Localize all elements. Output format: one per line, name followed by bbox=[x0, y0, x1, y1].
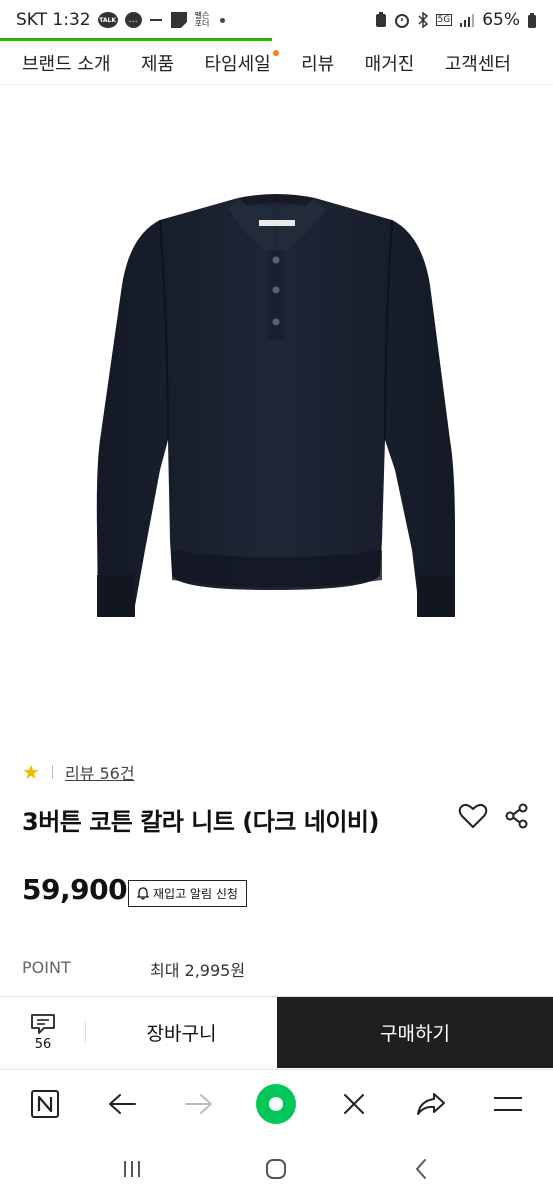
green-dot-icon bbox=[256, 1083, 297, 1124]
product-title: 3버튼 코튼 칼라 니트 (다크 네이비) bbox=[22, 808, 379, 836]
carrier-time: SKT 1:32 bbox=[16, 10, 91, 30]
recent-apps-button[interactable] bbox=[112, 1149, 152, 1189]
product-price: 59,900 bbox=[22, 873, 128, 906]
more-notifications-icon bbox=[220, 17, 226, 23]
heart-icon bbox=[458, 803, 488, 828]
star-icon: ★ bbox=[22, 760, 40, 784]
naver-n-icon bbox=[30, 1089, 59, 1118]
share-page-button[interactable] bbox=[409, 1082, 453, 1126]
review-count: 56 bbox=[34, 1037, 52, 1052]
home-button[interactable] bbox=[256, 1149, 296, 1189]
nav-time-sale[interactable]: 타임세일 bbox=[204, 49, 279, 76]
share-button[interactable] bbox=[503, 802, 531, 830]
close-icon bbox=[343, 1093, 364, 1114]
dash-icon bbox=[149, 15, 163, 25]
close-tab-button[interactable] bbox=[332, 1082, 376, 1126]
review-bubble-icon bbox=[31, 1014, 55, 1034]
review-button[interactable]: 56 bbox=[0, 997, 86, 1068]
recent-apps-icon bbox=[124, 1161, 141, 1177]
restock-alert-label: 재입고 알림 신청 bbox=[153, 887, 238, 901]
top-navigation: 브랜드 소개 제품 타임세일 리뷰 매거진 고객센터 bbox=[0, 41, 553, 85]
review-count-link[interactable]: 리뷰 56건 bbox=[65, 760, 135, 784]
share-icon bbox=[505, 803, 528, 829]
chat-icon: … bbox=[124, 12, 142, 28]
rating-row: ★ 리뷰 56건 bbox=[22, 760, 135, 784]
arrow-left-icon bbox=[108, 1093, 136, 1114]
purchase-bar: 56 장바구니 구매하기 bbox=[0, 996, 553, 1068]
network-5g-icon: 5G bbox=[435, 14, 453, 26]
battery-percent: 65% bbox=[482, 10, 520, 30]
divider bbox=[51, 765, 53, 779]
point-label: POINT bbox=[22, 958, 71, 977]
battery-saver-icon bbox=[375, 12, 387, 28]
product-image[interactable] bbox=[0, 110, 553, 720]
new-indicator-dot bbox=[272, 49, 279, 56]
alarm-icon bbox=[394, 12, 410, 28]
wishlist-button[interactable] bbox=[457, 800, 489, 832]
arrow-right-icon bbox=[185, 1093, 213, 1114]
nav-reviews[interactable]: 리뷰 bbox=[301, 50, 334, 76]
kakaotalk-icon: TALK bbox=[97, 12, 118, 28]
green-dot-button[interactable] bbox=[254, 1082, 298, 1126]
nav-products[interactable]: 제품 bbox=[141, 50, 174, 76]
restock-alert-button[interactable]: 재입고 알림 신청 bbox=[128, 880, 247, 907]
back-button[interactable] bbox=[100, 1082, 144, 1126]
app-badge: 팰슨 포더 bbox=[194, 11, 210, 28]
status-bar: SKT 1:32 TALK … 팰슨 포더 5G 65% bbox=[0, 0, 553, 40]
bell-icon bbox=[137, 887, 149, 900]
nav-brand-intro[interactable]: 브랜드 소개 bbox=[22, 50, 111, 76]
browser-toolbar bbox=[0, 1069, 553, 1137]
battery-icon bbox=[527, 12, 537, 29]
chevron-left-icon bbox=[415, 1159, 426, 1179]
system-navigation-bar bbox=[0, 1138, 553, 1200]
hamburger-menu-icon bbox=[494, 1096, 523, 1111]
add-to-cart-button[interactable]: 장바구니 bbox=[86, 997, 277, 1068]
naver-home-button[interactable] bbox=[23, 1082, 67, 1126]
signal-icon bbox=[459, 13, 475, 27]
home-square-icon bbox=[266, 1159, 287, 1179]
nav-customer-center[interactable]: 고객센터 bbox=[445, 50, 511, 76]
menu-button[interactable] bbox=[486, 1082, 530, 1126]
buy-now-button[interactable]: 구매하기 bbox=[277, 997, 553, 1068]
nav-magazine[interactable]: 매거진 bbox=[365, 50, 415, 76]
nav-time-sale-label: 타임세일 bbox=[204, 53, 271, 75]
system-back-button[interactable] bbox=[401, 1149, 441, 1189]
bluetooth-icon bbox=[417, 12, 429, 28]
share-arrow-icon bbox=[417, 1092, 446, 1115]
point-value: 최대 2,995원 bbox=[150, 961, 246, 980]
forward-button[interactable] bbox=[177, 1082, 221, 1126]
square-app-icon bbox=[170, 11, 188, 29]
